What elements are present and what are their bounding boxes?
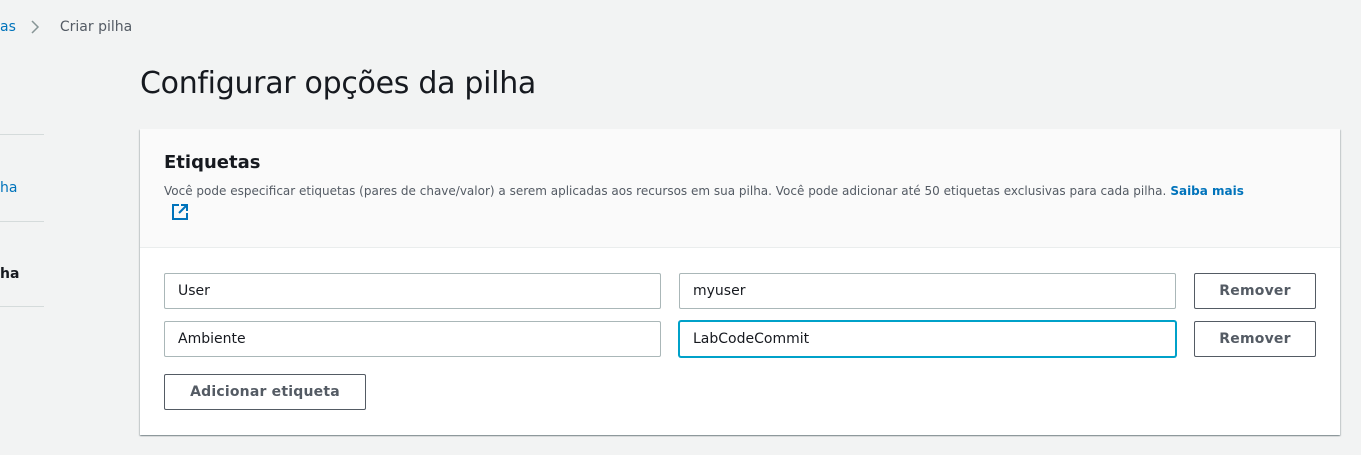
nav-item-current: ha — [0, 266, 20, 282]
breadcrumb-current: Criar pilha — [59, 19, 133, 35]
remove-tag-button[interactable]: Remover — [1194, 321, 1316, 357]
tag-key-input[interactable] — [164, 321, 661, 357]
external-link-icon[interactable] — [171, 203, 189, 221]
tag-value-input[interactable] — [679, 273, 1176, 309]
page-title: Configurar opções da pilha — [140, 66, 536, 101]
nav-item-link[interactable]: ha — [0, 180, 17, 196]
tags-panel-header: Etiquetas Você pode especificar etiqueta… — [140, 129, 1340, 248]
tags-panel: Etiquetas Você pode especificar etiqueta… — [140, 129, 1340, 435]
tags-description-text: Você pode especificar etiquetas (pares d… — [164, 184, 1167, 198]
tag-value-input[interactable] — [679, 321, 1176, 357]
tags-panel-description: Você pode especificar etiquetas (pares d… — [164, 183, 1324, 199]
side-navigation: ha ha — [0, 0, 44, 455]
tag-key-input[interactable] — [164, 273, 661, 309]
nav-divider — [0, 306, 44, 307]
remove-tag-button[interactable]: Remover — [1194, 273, 1316, 309]
tags-panel-title: Etiquetas — [164, 152, 261, 173]
nav-divider — [0, 134, 44, 135]
nav-divider — [0, 221, 44, 222]
learn-more-link[interactable]: Saiba mais — [1170, 184, 1244, 198]
add-tag-button[interactable]: Adicionar etiqueta — [164, 374, 366, 410]
